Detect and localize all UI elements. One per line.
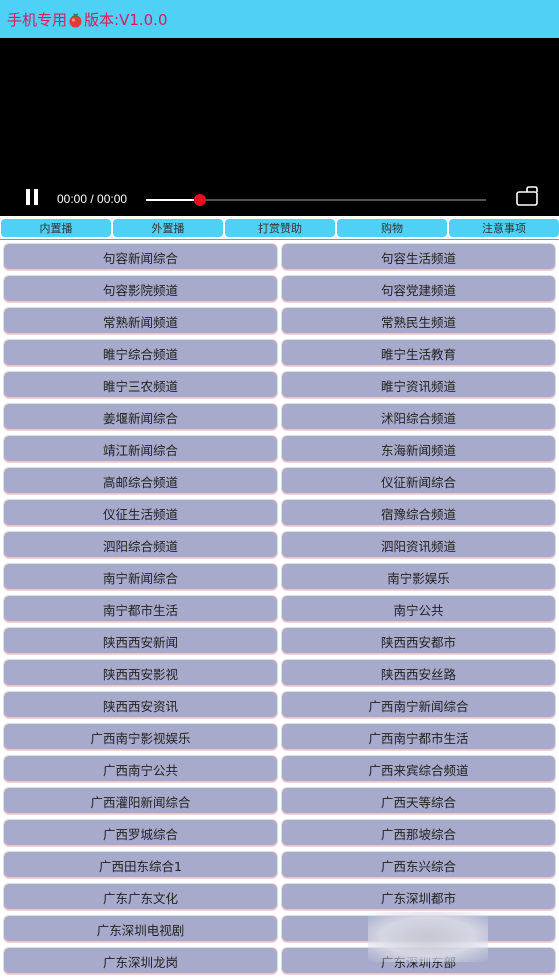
- channel-button[interactable]: 广西东兴综合: [281, 851, 556, 879]
- fullscreen-icon[interactable]: [516, 186, 538, 206]
- channel-button[interactable]: 靖江新闻综合: [3, 435, 278, 463]
- channel-button[interactable]: 陕西西安资讯: [3, 691, 278, 719]
- seek-knob[interactable]: [194, 194, 207, 206]
- channel-button[interactable]: 广西那坡综合: [281, 819, 556, 847]
- channel-button[interactable]: 南宁都市生活: [3, 595, 278, 623]
- channel-button[interactable]: 常熟民生频道: [281, 307, 556, 335]
- channel-button[interactable]: 广东广东文化: [3, 883, 278, 911]
- channel-button[interactable]: [281, 915, 556, 943]
- app-title-part1: 手机专用: [7, 10, 68, 29]
- channel-button[interactable]: 句容党建频道: [281, 275, 556, 303]
- channel-button[interactable]: 广西灌阳新闻综合: [3, 787, 278, 815]
- channel-button[interactable]: 仪征生活频道: [3, 499, 278, 527]
- channel-button[interactable]: 广西南宁影视娱乐: [3, 723, 278, 751]
- channel-button[interactable]: 句容新闻综合: [3, 243, 278, 271]
- channel-button[interactable]: 泗阳资讯频道: [281, 531, 556, 559]
- tab-builtin-play[interactable]: 内置播: [1, 219, 111, 237]
- channel-button[interactable]: 广东深圳东部: [281, 947, 556, 975]
- tab-bar-divider: [0, 239, 559, 240]
- channel-button[interactable]: 姜堰新闻综合: [3, 403, 278, 431]
- channel-button[interactable]: 陕西西安新闻: [3, 627, 278, 655]
- seek-bar[interactable]: [146, 194, 486, 206]
- channel-button[interactable]: 广西南宁公共: [3, 755, 278, 783]
- channel-button[interactable]: 宿豫综合频道: [281, 499, 556, 527]
- video-player[interactable]: 00:00 / 00:00: [0, 38, 559, 216]
- channel-button[interactable]: 睢宁综合频道: [3, 339, 278, 367]
- channel-button[interactable]: 陕西西安丝路: [281, 659, 556, 687]
- channel-button[interactable]: 广东深圳龙岗: [3, 947, 278, 975]
- tab-shopping[interactable]: 购物: [337, 219, 447, 237]
- channel-button[interactable]: 广西南宁都市生活: [281, 723, 556, 751]
- app-title-bar: 手机专用 版本:V1.0.0: [0, 0, 559, 38]
- app-title-version: 版本:V1.0.0: [84, 10, 168, 29]
- channel-button[interactable]: 睢宁生活教育: [281, 339, 556, 367]
- channel-button[interactable]: 广西罗城综合: [3, 819, 278, 847]
- tab-bar: 内置播 外置播 打赏赞助 购物 注意事项: [0, 219, 559, 237]
- channel-button[interactable]: 睢宁三农频道: [3, 371, 278, 399]
- channel-button[interactable]: 泗阳综合频道: [3, 531, 278, 559]
- channel-button[interactable]: 南宁影娱乐: [281, 563, 556, 591]
- channel-button[interactable]: 广西来宾综合频道: [281, 755, 556, 783]
- tab-external-play[interactable]: 外置播: [113, 219, 223, 237]
- channel-button[interactable]: 广西田东综合1: [3, 851, 278, 879]
- pause-icon[interactable]: [24, 189, 40, 205]
- channel-button[interactable]: 广东深圳都市: [281, 883, 556, 911]
- seek-bar-fill: [146, 199, 201, 201]
- channel-button[interactable]: 常熟新闻频道: [3, 307, 278, 335]
- channel-button[interactable]: 句容生活频道: [281, 243, 556, 271]
- channel-button[interactable]: 南宁新闻综合: [3, 563, 278, 591]
- playback-time: 00:00 / 00:00: [57, 192, 128, 206]
- channel-button[interactable]: 睢宁资讯频道: [281, 371, 556, 399]
- tab-donate[interactable]: 打赏赞助: [225, 219, 335, 237]
- channel-button[interactable]: 东海新闻频道: [281, 435, 556, 463]
- channel-button[interactable]: 广东深圳电视剧: [3, 915, 278, 943]
- channel-button[interactable]: 南宁公共: [281, 595, 556, 623]
- channel-button[interactable]: 广西南宁新闻综合: [281, 691, 556, 719]
- channel-button[interactable]: 沭阳综合频道: [281, 403, 556, 431]
- channel-button[interactable]: 仪征新闻综合: [281, 467, 556, 495]
- channel-button[interactable]: 陕西西安影视: [3, 659, 278, 687]
- channel-button[interactable]: 广西天等综合: [281, 787, 556, 815]
- channel-button[interactable]: 高邮综合频道: [3, 467, 278, 495]
- tomato-icon: [68, 12, 83, 28]
- tab-notes[interactable]: 注意事项: [449, 219, 559, 237]
- channel-button[interactable]: 句容影院频道: [3, 275, 278, 303]
- channel-button[interactable]: 陕西西安都市: [281, 627, 556, 655]
